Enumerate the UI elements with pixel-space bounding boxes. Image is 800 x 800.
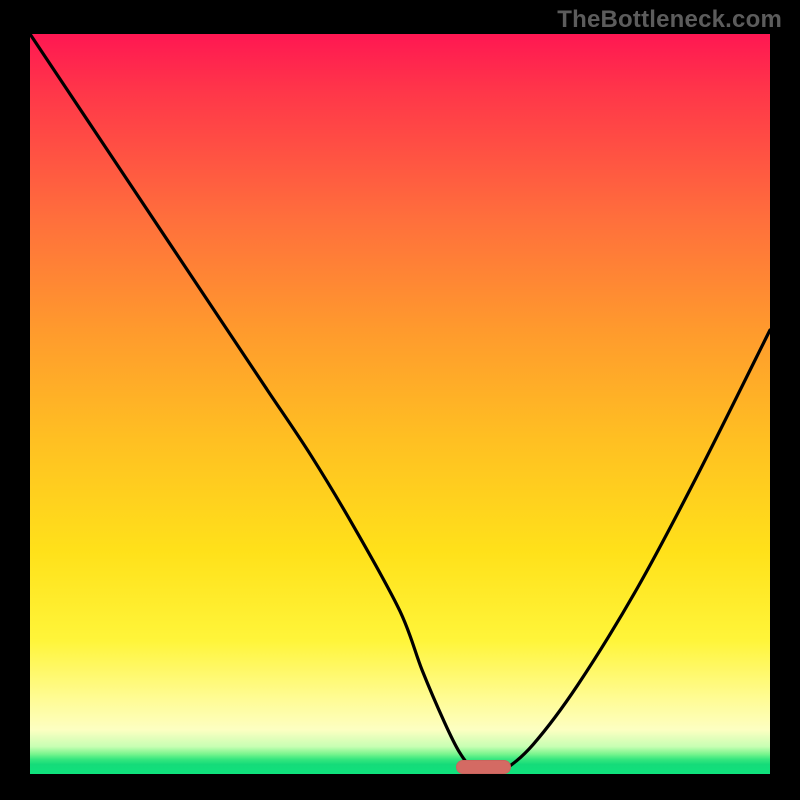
watermark-text: TheBottleneck.com <box>557 6 782 34</box>
plot-area <box>30 34 770 774</box>
optimal-range-marker <box>456 760 512 774</box>
curve-overlay <box>30 34 770 774</box>
chart-frame: TheBottleneck.com <box>0 0 800 800</box>
bottleneck-curve <box>30 34 770 774</box>
